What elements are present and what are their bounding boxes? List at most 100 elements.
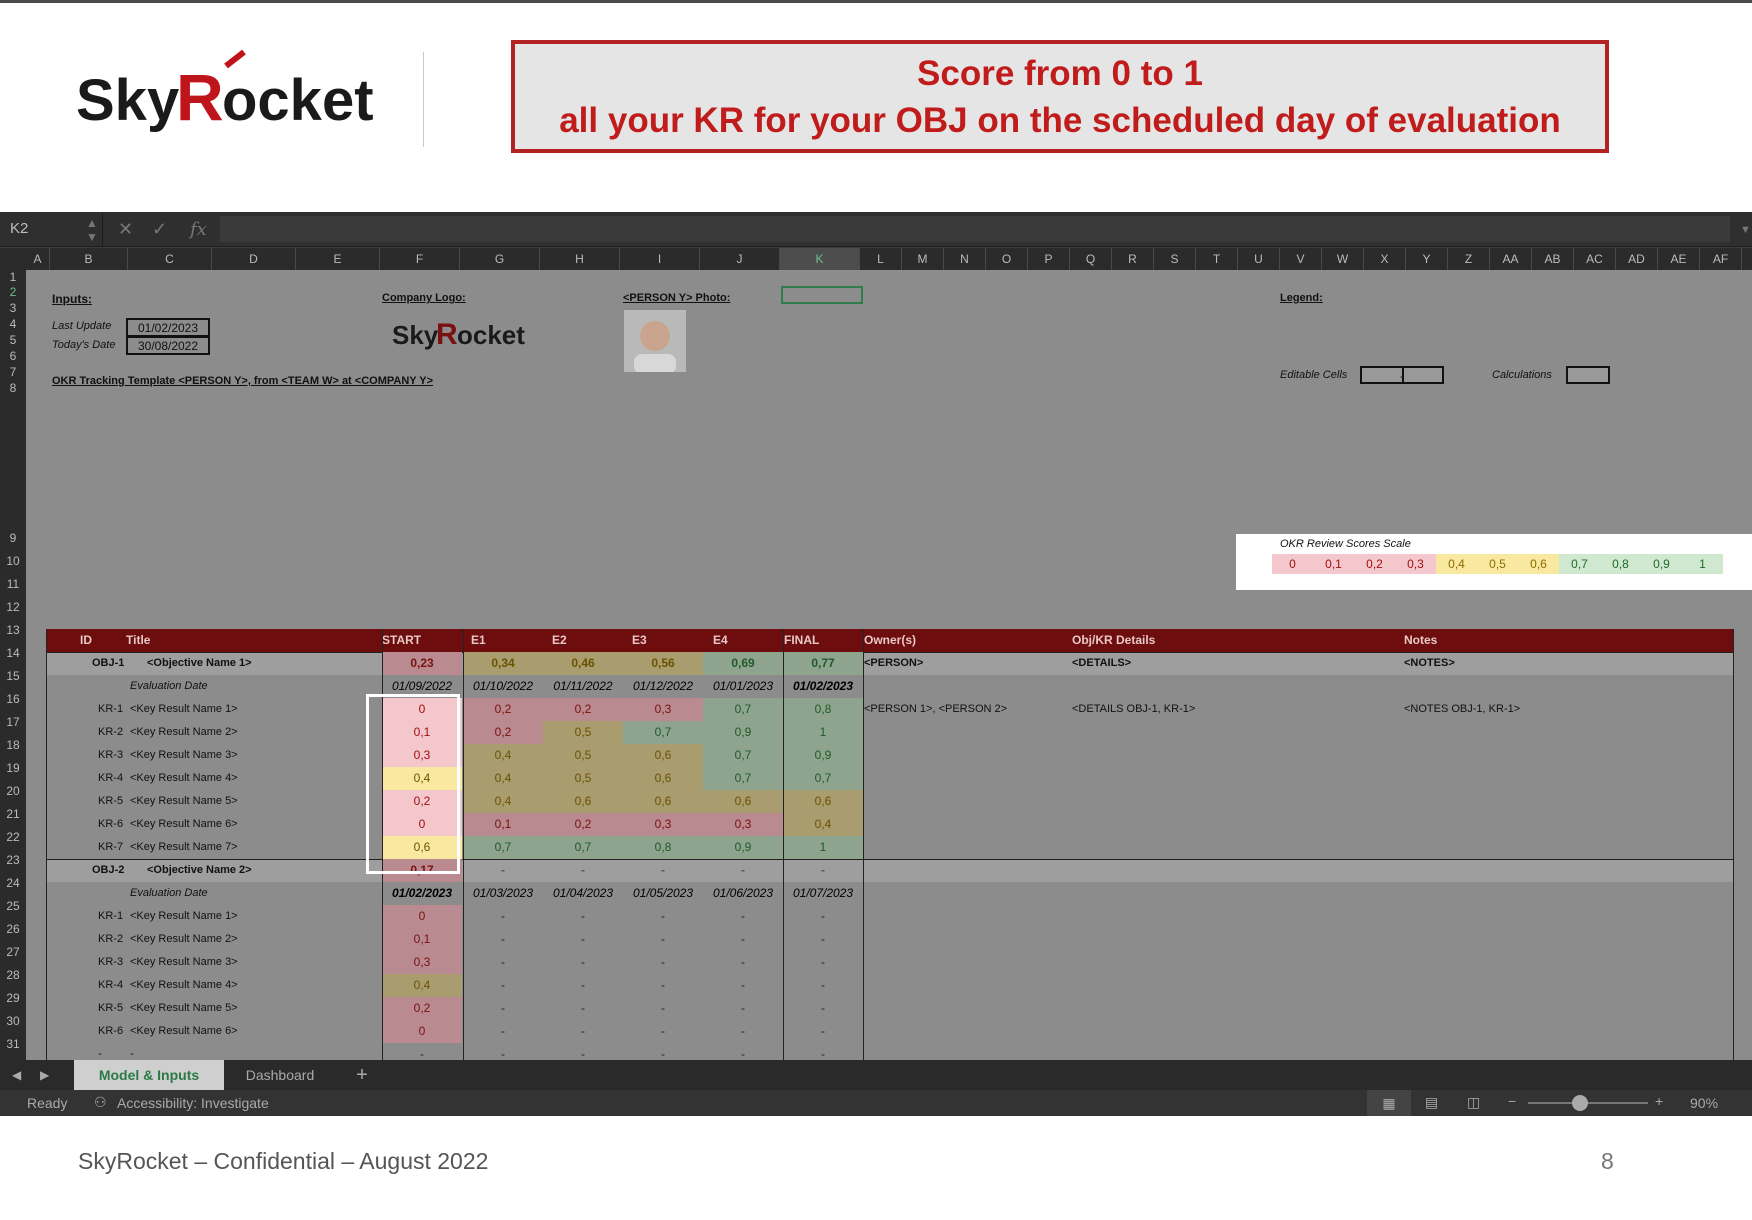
next-sheet-icon[interactable]: ▶: [32, 1060, 57, 1090]
column-header-k[interactable]: K: [780, 248, 860, 270]
column-header-ab[interactable]: AB: [1532, 248, 1574, 270]
row-header-5[interactable]: 5: [0, 332, 26, 348]
page-layout-icon[interactable]: ▤: [1425, 1094, 1438, 1111]
cancel-icon[interactable]: ✕: [118, 219, 133, 240]
row-header-15[interactable]: 15: [0, 665, 26, 688]
row-header-2[interactable]: 2: [0, 284, 26, 300]
column-header-h[interactable]: H: [540, 248, 620, 270]
row-header-22[interactable]: 22: [0, 826, 26, 849]
evaluation-date[interactable]: 01/11/2022: [543, 675, 623, 698]
kr-score[interactable]: 0,1: [382, 928, 462, 951]
owner-cell[interactable]: <PERSON>: [864, 657, 923, 669]
row-header-1[interactable]: 1: [0, 270, 26, 284]
evaluation-date[interactable]: 01/02/2023: [382, 882, 462, 905]
row-header-9[interactable]: 9: [0, 526, 26, 550]
details-cell[interactable]: <DETAILS OBJ-1, KR-1>: [1072, 703, 1195, 715]
column-header-x[interactable]: X: [1364, 248, 1406, 270]
kr-score[interactable]: 0,3: [382, 951, 462, 974]
row-header-23[interactable]: 23: [0, 849, 26, 872]
row-header-7[interactable]: 7: [0, 364, 26, 380]
kr-name[interactable]: <Key Result Name 5>: [130, 795, 238, 807]
row-header-25[interactable]: 25: [0, 895, 26, 918]
kr-score[interactable]: -: [382, 1043, 462, 1060]
row-header-24[interactable]: 24: [0, 872, 26, 895]
column-header-q[interactable]: Q: [1070, 248, 1112, 270]
kr-name[interactable]: <Key Result Name 6>: [130, 1025, 238, 1037]
column-header-b[interactable]: B: [50, 248, 128, 270]
selected-cell-k2[interactable]: [781, 286, 863, 304]
zoom-level[interactable]: 90%: [1690, 1095, 1718, 1111]
column-header-n[interactable]: N: [944, 248, 986, 270]
column-header-u[interactable]: U: [1238, 248, 1280, 270]
column-header-aa[interactable]: AA: [1490, 248, 1532, 270]
row-header-4[interactable]: 4: [0, 316, 26, 332]
kr-name[interactable]: <Key Result Name 1>: [130, 910, 238, 922]
row-header-30[interactable]: 30: [0, 1010, 26, 1033]
prev-sheet-icon[interactable]: ◀: [4, 1060, 29, 1090]
row-header-11[interactable]: 11: [0, 573, 26, 596]
zoom-slider-thumb[interactable]: [1572, 1095, 1588, 1111]
row-header-17[interactable]: 17: [0, 711, 26, 734]
kr-name[interactable]: <Key Result Name 4>: [130, 979, 238, 991]
kr-score[interactable]: 0: [382, 1020, 462, 1043]
column-header-y[interactable]: Y: [1406, 248, 1448, 270]
expand-icon[interactable]: ▼: [1740, 224, 1751, 236]
kr-name[interactable]: <Key Result Name 6>: [130, 818, 238, 830]
row-header-3[interactable]: 3: [0, 300, 26, 316]
last-update-field[interactable]: 01/02/2023: [126, 318, 210, 337]
tab-model-inputs[interactable]: Model & Inputs: [74, 1060, 224, 1090]
row-header-19[interactable]: 19: [0, 757, 26, 780]
column-header-a[interactable]: A: [26, 248, 50, 270]
column-header-d[interactable]: D: [212, 248, 296, 270]
add-sheet-button[interactable]: +: [344, 1060, 380, 1090]
column-header-ae[interactable]: AE: [1658, 248, 1700, 270]
owner-cell[interactable]: <PERSON 1>, <PERSON 2>: [864, 703, 1007, 715]
column-header-o[interactable]: O: [986, 248, 1028, 270]
kr-name[interactable]: <Key Result Name 2>: [130, 726, 238, 738]
column-header-ad[interactable]: AD: [1616, 248, 1658, 270]
evaluation-date[interactable]: 01/01/2023: [703, 675, 783, 698]
row-header-8[interactable]: 8: [0, 380, 26, 396]
evaluation-date[interactable]: 01/03/2023: [463, 882, 543, 905]
formula-input[interactable]: [220, 216, 1730, 242]
objective-name[interactable]: <Objective Name 2>: [147, 864, 252, 876]
column-header-c[interactable]: C: [128, 248, 212, 270]
column-header-z[interactable]: Z: [1448, 248, 1490, 270]
kr-score[interactable]: 0,4: [382, 974, 462, 997]
fx-icon[interactable]: fx: [190, 219, 207, 240]
kr-name[interactable]: <Key Result Name 3>: [130, 956, 238, 968]
row-header-10[interactable]: 10: [0, 550, 26, 573]
kr-name[interactable]: -: [130, 1048, 134, 1060]
zoom-slider[interactable]: [1528, 1102, 1648, 1104]
evaluation-date[interactable]: 01/06/2023: [703, 882, 783, 905]
column-header-s[interactable]: S: [1154, 248, 1196, 270]
evaluation-date[interactable]: 01/05/2023: [623, 882, 703, 905]
kr-score[interactable]: 0: [382, 905, 462, 928]
column-header-a[interactable]: A: [1742, 248, 1752, 270]
todays-date-field[interactable]: 30/08/2022: [126, 336, 210, 355]
normal-view-icon[interactable]: ▦: [1367, 1090, 1411, 1116]
row-header-21[interactable]: 21: [0, 803, 26, 826]
tab-dashboard[interactable]: Dashboard: [224, 1060, 336, 1090]
row-header-12[interactable]: 12: [0, 596, 26, 619]
column-header-m[interactable]: M: [902, 248, 944, 270]
evaluation-date[interactable]: 01/10/2022: [463, 675, 543, 698]
notes-cell[interactable]: <NOTES>: [1404, 657, 1455, 669]
name-box-stepper-icon[interactable]: ▲ ▼: [86, 216, 98, 244]
kr-name[interactable]: <Key Result Name 4>: [130, 772, 238, 784]
column-header-af[interactable]: AF: [1700, 248, 1742, 270]
evaluation-date[interactable]: 01/07/2023: [783, 882, 863, 905]
row-header-6[interactable]: 6: [0, 348, 26, 364]
column-header-g[interactable]: G: [460, 248, 540, 270]
kr-name[interactable]: <Key Result Name 2>: [130, 933, 238, 945]
row-header-14[interactable]: 14: [0, 642, 26, 665]
evaluation-date[interactable]: 01/04/2023: [543, 882, 623, 905]
row-header-27[interactable]: 27: [0, 941, 26, 964]
page-break-icon[interactable]: ◫: [1467, 1094, 1480, 1111]
row-header-26[interactable]: 26: [0, 918, 26, 941]
notes-cell[interactable]: <NOTES OBJ-1, KR-1>: [1404, 703, 1520, 715]
column-header-l[interactable]: L: [860, 248, 902, 270]
evaluation-date[interactable]: 01/02/2023: [783, 675, 863, 698]
column-header-i[interactable]: I: [620, 248, 700, 270]
zoom-out-icon[interactable]: −: [1508, 1093, 1516, 1109]
